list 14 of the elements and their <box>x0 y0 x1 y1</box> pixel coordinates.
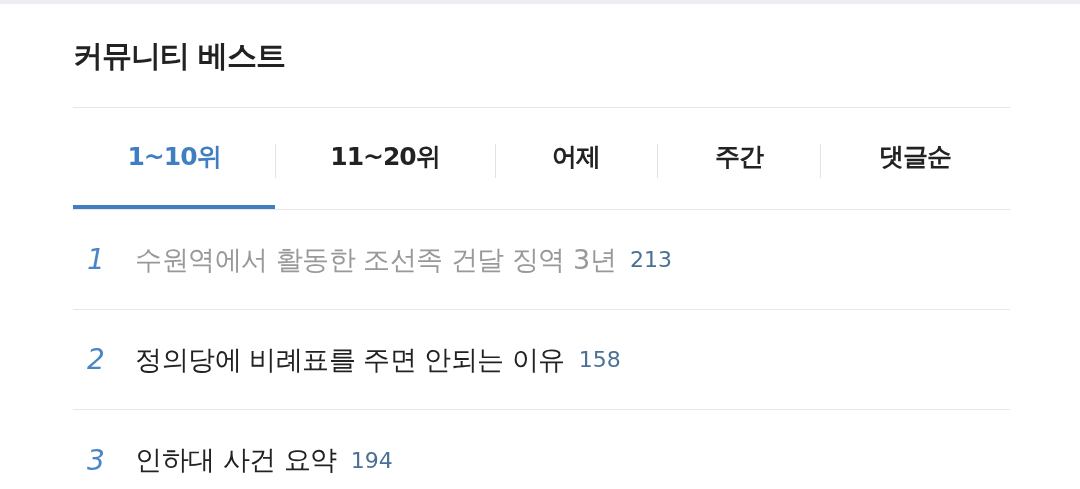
tab[interactable]: 11~20위 <box>275 108 495 209</box>
rank-number: 3 <box>86 443 106 477</box>
post-link[interactable]: 인하대 사건 요약 <box>135 442 337 478</box>
comment-count: 213 <box>630 247 673 272</box>
tab[interactable]: 댓글순 <box>820 108 1010 209</box>
comment-count: 158 <box>578 347 621 372</box>
tab[interactable]: 1~10위 <box>73 108 275 209</box>
rank-number: 2 <box>86 343 106 376</box>
rank-number: 1 <box>86 243 106 276</box>
section-title: 커뮤니티 베스트 <box>73 4 1010 108</box>
post-link[interactable]: 정의당에 비례표를 주면 안되는 이유 <box>135 341 565 378</box>
tab[interactable]: 주간 <box>657 108 820 209</box>
tab[interactable]: 어제 <box>495 108 657 209</box>
comment-count: 194 <box>350 447 393 473</box>
